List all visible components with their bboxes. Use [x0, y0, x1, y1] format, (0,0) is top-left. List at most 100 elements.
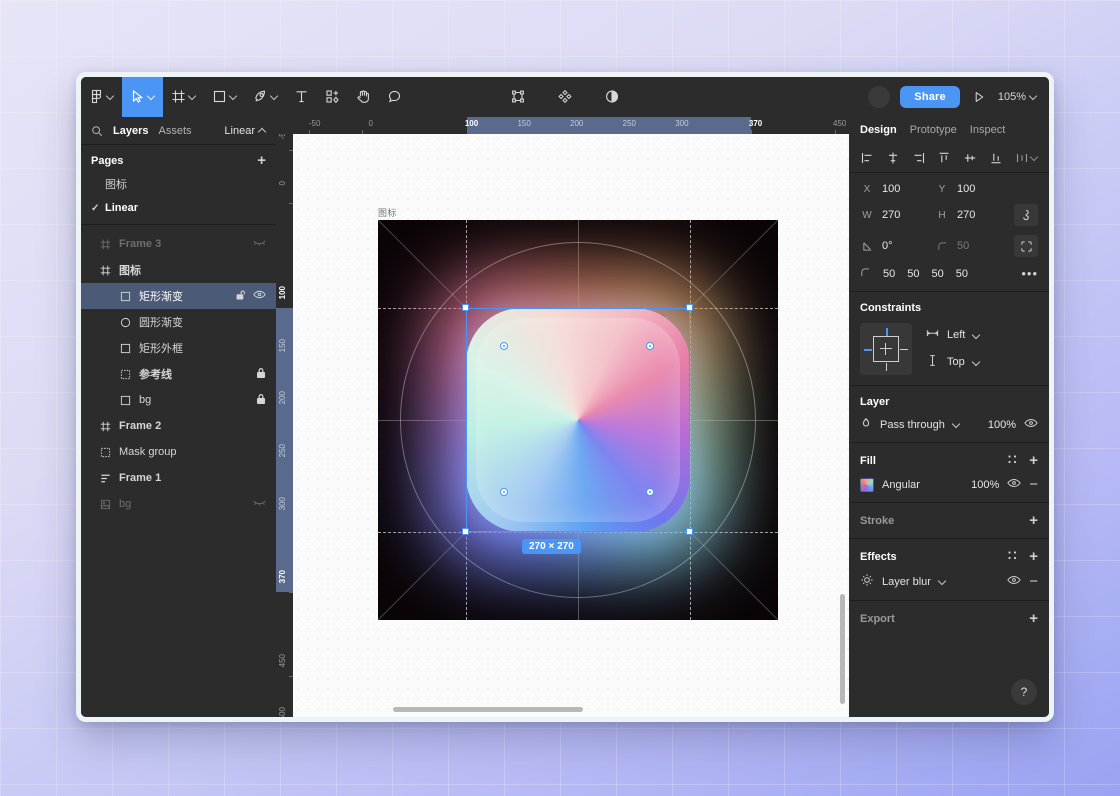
rotation-field[interactable]: 0°	[860, 240, 935, 252]
align-vertical-center-icon[interactable]	[963, 151, 977, 165]
width-field[interactable]: W 270	[860, 209, 935, 221]
add-effect-button[interactable]: +	[1029, 549, 1038, 564]
selection-handle-tl[interactable]	[462, 304, 469, 311]
comment-tool[interactable]	[379, 77, 410, 117]
eye-open-icon[interactable]	[253, 289, 266, 303]
remove-fill-button[interactable]: −	[1029, 477, 1038, 492]
fill-opacity-value[interactable]: 100%	[971, 479, 999, 491]
remove-effect-button[interactable]: −	[1029, 574, 1038, 589]
vertical-scrollbar[interactable]	[840, 594, 845, 704]
align-horizontal-center-icon[interactable]	[886, 151, 900, 165]
vertical-constraint[interactable]: Top	[926, 354, 980, 370]
figma-menu-icon[interactable]	[81, 77, 122, 117]
layer-row[interactable]: Frame 2	[81, 413, 276, 439]
search-icon[interactable]	[91, 125, 103, 137]
add-export-button[interactable]: +	[1029, 611, 1038, 626]
lock-icon[interactable]	[256, 393, 266, 408]
selection-handle-tr[interactable]	[686, 304, 693, 311]
corner-radius-handle-tl[interactable]	[500, 342, 508, 350]
distribute-icon[interactable]	[1015, 151, 1038, 165]
align-bottom-icon[interactable]	[989, 151, 1003, 165]
layer-row[interactable]: bg	[81, 491, 276, 517]
blend-mode-label[interactable]: Pass through	[880, 419, 945, 431]
tab-prototype[interactable]: Prototype	[910, 124, 957, 136]
fill-type-label[interactable]: Angular	[882, 479, 920, 491]
tab-assets[interactable]: Assets	[158, 125, 191, 137]
share-button[interactable]: Share	[900, 85, 960, 108]
align-left-icon[interactable]	[860, 151, 874, 165]
page-item-1[interactable]: ✓ Linear	[81, 196, 276, 220]
shape-tool[interactable]	[204, 77, 245, 117]
layer-row[interactable]: 矩形外框	[81, 335, 276, 361]
horizontal-scrollbar[interactable]	[393, 707, 583, 712]
help-button[interactable]: ?	[1011, 679, 1037, 705]
lock-icon[interactable]	[256, 367, 266, 382]
corner-radius-handle-bl[interactable]	[500, 488, 508, 496]
add-fill-button[interactable]: +	[1029, 453, 1038, 468]
canvas[interactable]: 图标 270 × 270	[293, 134, 849, 717]
page-item-0[interactable]: 图标	[81, 172, 276, 196]
layer-row[interactable]: 图标	[81, 257, 276, 283]
layer-row[interactable]: Frame 3	[81, 231, 276, 257]
chevron-down-icon	[230, 93, 237, 100]
style-grid-icon[interactable]	[1007, 454, 1018, 468]
corner-radius-handle-br[interactable]	[646, 488, 654, 496]
eye-open-icon[interactable]	[1024, 417, 1038, 432]
contrast-icon[interactable]	[597, 77, 628, 117]
layer-row[interactable]: Frame 1	[81, 465, 276, 491]
text-tool[interactable]	[286, 77, 317, 117]
more-options-button[interactable]: •••	[1021, 266, 1038, 281]
ruler-vertical[interactable]: -500100150200250300370450500550	[276, 117, 293, 717]
constraint-bar-top	[885, 328, 888, 336]
scale-icon[interactable]	[503, 77, 534, 117]
selection-handle-bl[interactable]	[462, 528, 469, 535]
unlock-icon[interactable]	[236, 289, 246, 304]
tab-layers[interactable]: Layers	[113, 125, 148, 137]
layer-row[interactable]: 参考线	[81, 361, 276, 387]
artboard[interactable]: 270 × 270	[378, 220, 778, 620]
present-button[interactable]	[970, 77, 988, 117]
x-field[interactable]: X 100	[860, 183, 935, 195]
layer-row[interactable]: 圆形渐变	[81, 309, 276, 335]
corner-radius-handle-tr[interactable]	[646, 342, 654, 350]
avatar[interactable]	[868, 85, 891, 108]
height-field[interactable]: H 270	[935, 209, 1010, 221]
effect-label[interactable]: Layer blur	[882, 576, 931, 588]
align-right-icon[interactable]	[912, 151, 926, 165]
tab-inspect[interactable]: Inspect	[970, 124, 1005, 136]
eye-closed-icon[interactable]	[253, 238, 266, 250]
tab-design[interactable]: Design	[860, 124, 897, 136]
add-stroke-button[interactable]: +	[1029, 513, 1038, 528]
layer-row[interactable]: 矩形渐变	[81, 283, 276, 309]
link-proportions-icon[interactable]	[1014, 204, 1038, 226]
style-grid-icon[interactable]	[1007, 550, 1018, 564]
zoom-level-button[interactable]: 105%	[998, 91, 1037, 103]
eye-open-icon[interactable]	[1007, 477, 1021, 492]
fill-swatch[interactable]	[860, 477, 874, 492]
eye-closed-icon[interactable]	[253, 498, 266, 510]
hand-tool[interactable]	[348, 77, 379, 117]
individual-corners[interactable]: 50 50 50 50	[860, 267, 1010, 281]
independent-corners-icon[interactable]	[1014, 235, 1038, 257]
move-tool[interactable]	[122, 77, 163, 117]
constraints-diagram[interactable]	[860, 323, 912, 375]
eye-open-icon[interactable]	[1007, 574, 1021, 589]
selection-handle-br[interactable]	[686, 528, 693, 535]
vector-network-icon[interactable]	[550, 77, 581, 117]
pen-tool[interactable]	[245, 77, 286, 117]
page-selector[interactable]: Linear	[224, 125, 266, 137]
layer-opacity-value[interactable]: 100%	[988, 419, 1016, 431]
add-page-button[interactable]: +	[257, 153, 266, 168]
horizontal-constraint[interactable]: Left	[926, 328, 980, 342]
layer-row[interactable]: Mask group	[81, 439, 276, 465]
align-top-icon[interactable]	[937, 151, 951, 165]
blur-icon[interactable]	[860, 573, 874, 590]
frame-label[interactable]: 图标	[378, 206, 397, 219]
layer-row[interactable]: bg	[81, 387, 276, 413]
components-tool[interactable]	[317, 77, 348, 117]
corner-radius-field[interactable]: 50	[935, 240, 1010, 252]
constraints-dropdowns: Left Top	[926, 328, 980, 370]
frame-tool[interactable]	[163, 77, 204, 117]
y-field[interactable]: Y 100	[935, 183, 1010, 195]
ruler-horizontal[interactable]: -500100150200250300370450500550	[276, 117, 849, 134]
